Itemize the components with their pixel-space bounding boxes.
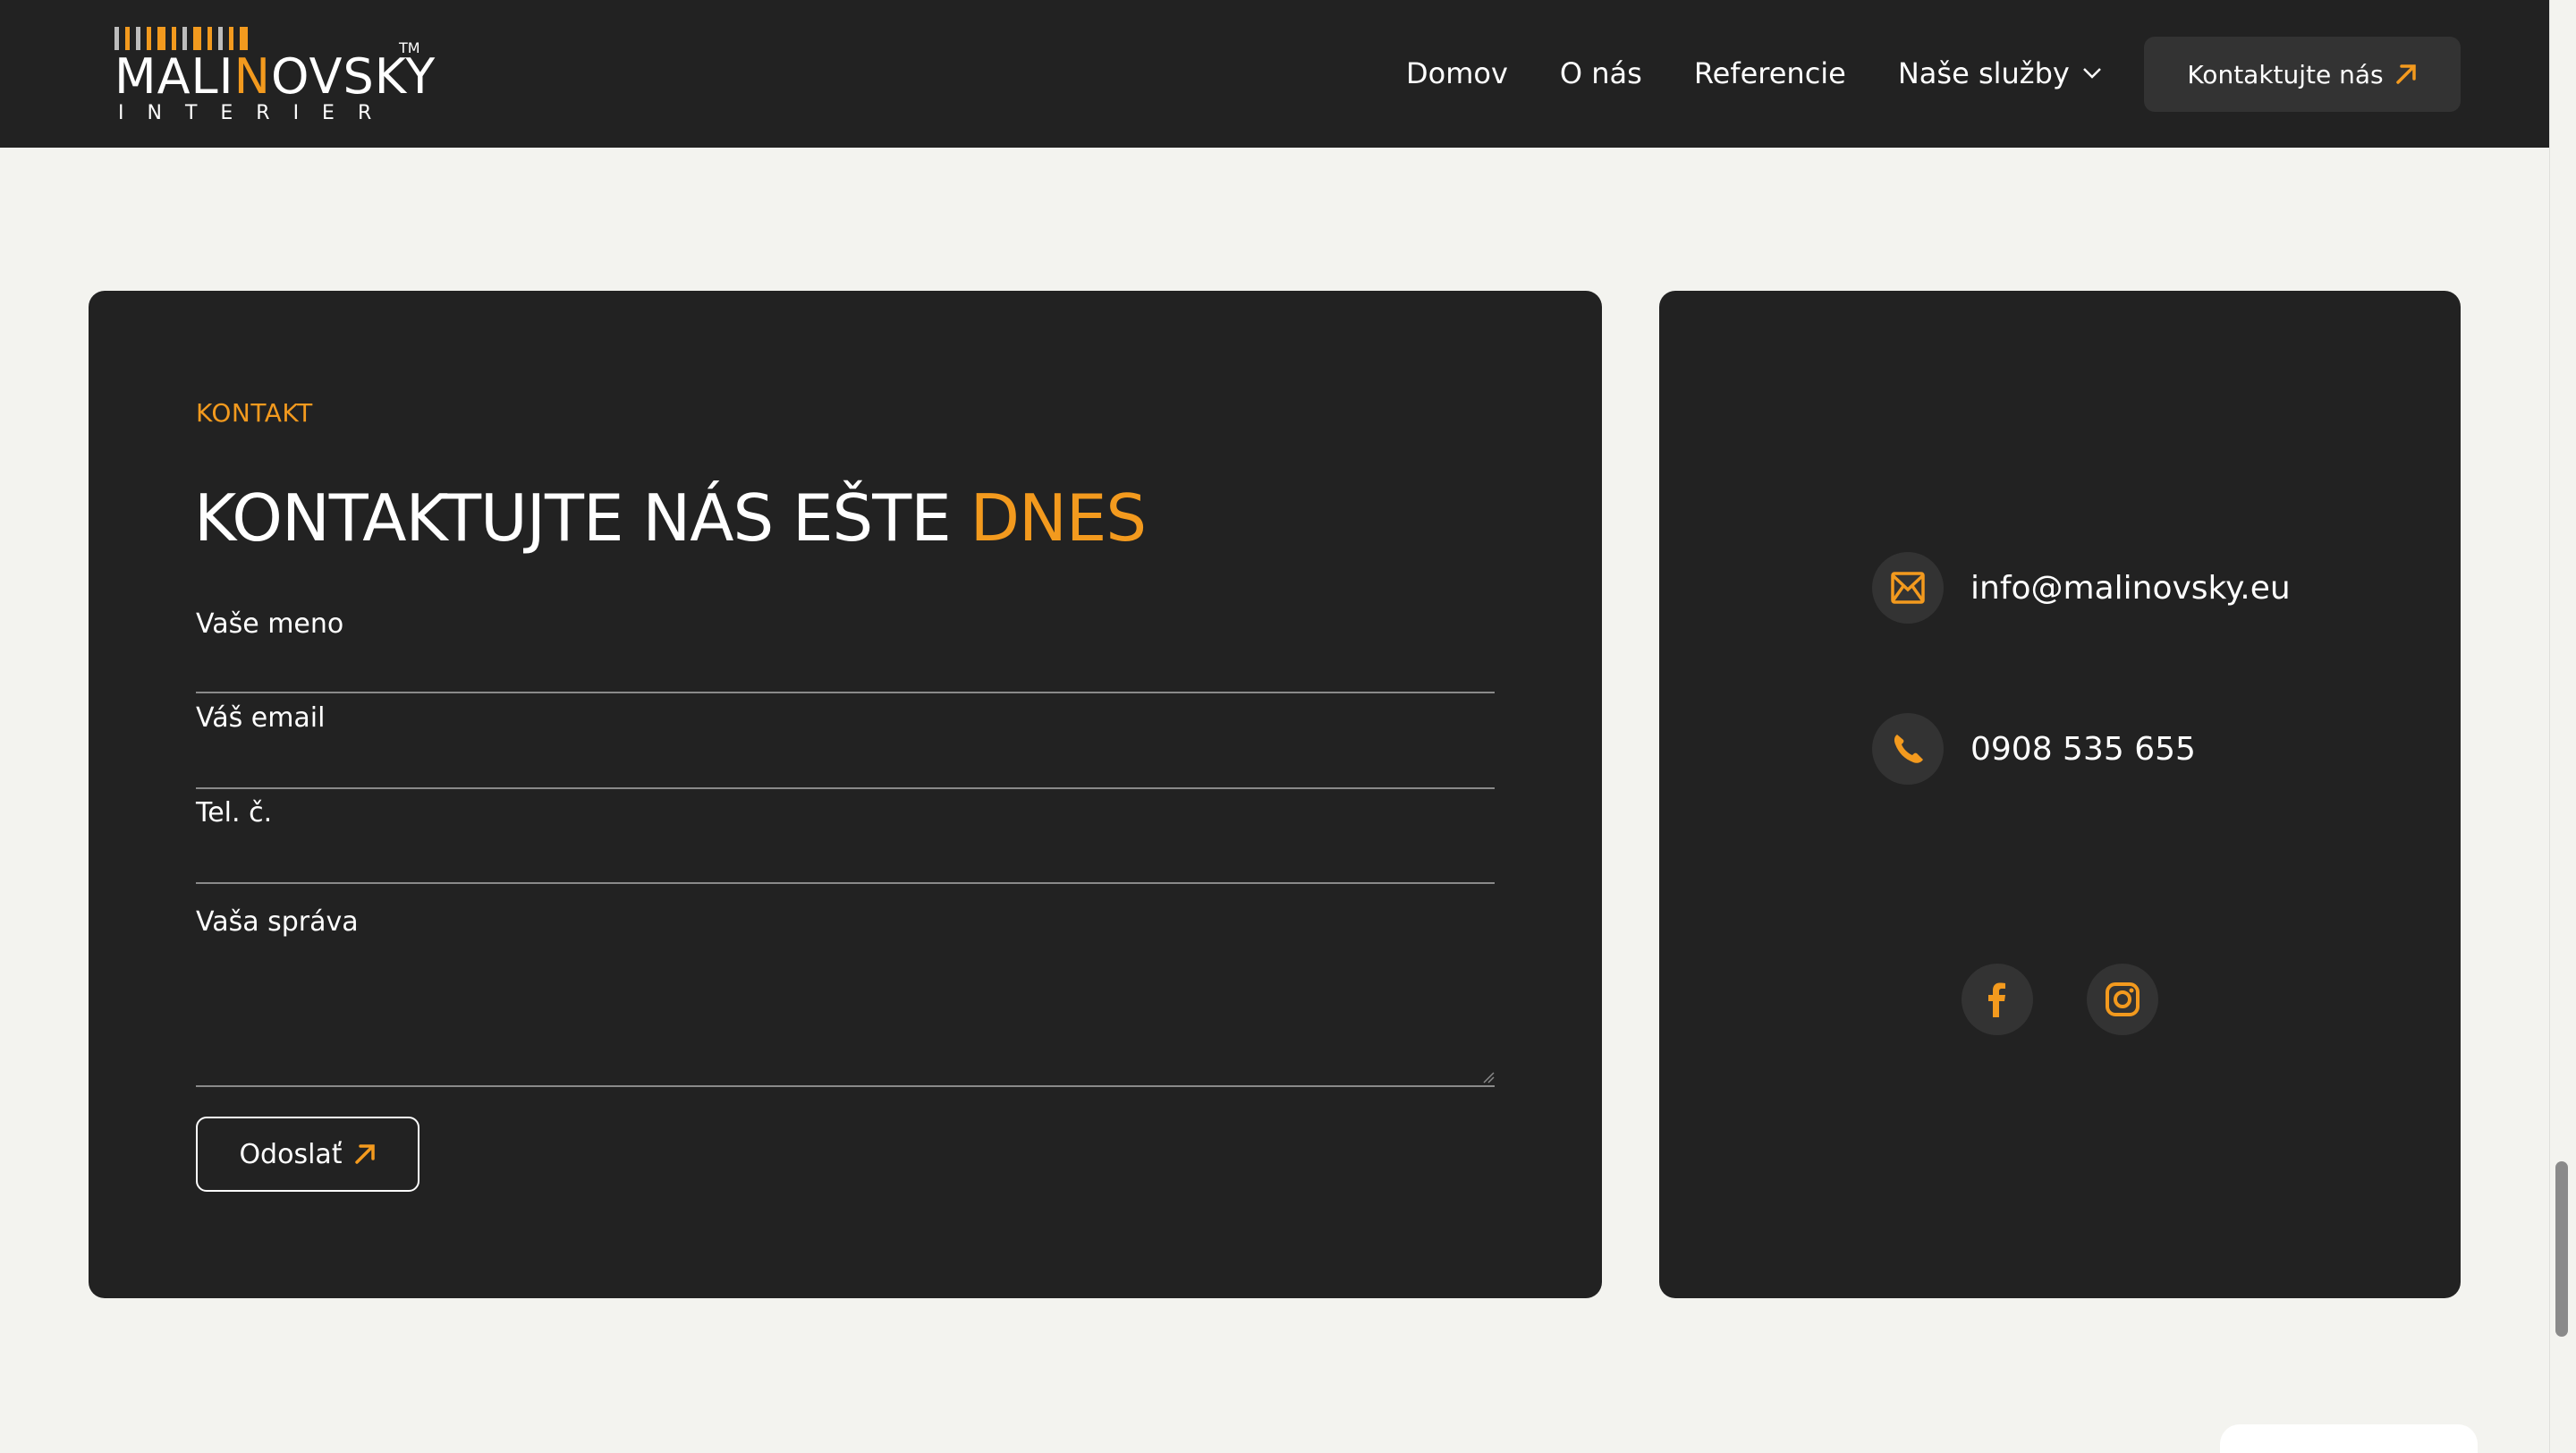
mail-icon-badge	[1872, 552, 1944, 624]
logo-barcode	[114, 27, 248, 50]
phone-field[interactable]: Tel. č.	[196, 797, 1495, 884]
section-eyebrow: KONTAKT	[196, 398, 313, 428]
contact-form-card: KONTAKT KONTAKTUJTE NÁS EŠTE DNES Vaše m…	[89, 291, 1602, 1298]
name-placeholder: Vaše meno	[196, 608, 344, 640]
site-header: MALINOVSKY TM INTERIER Domov O nás Refer…	[0, 0, 2549, 148]
phone-icon-badge	[1872, 713, 1944, 785]
nav-item-o-nas[interactable]: O nás	[1560, 56, 1642, 90]
arrow-up-right-icon	[354, 1144, 375, 1164]
phone-contact[interactable]: 0908 535 655	[1872, 713, 2196, 785]
section-headline: KONTAKTUJTE NÁS EŠTE DNES	[194, 480, 1147, 556]
name-field[interactable]: Vaše meno	[196, 608, 1495, 693]
email-placeholder: Váš email	[196, 702, 326, 734]
facebook-link[interactable]	[1962, 964, 2033, 1035]
phone-placeholder: Tel. č.	[196, 797, 273, 828]
instagram-icon	[2106, 982, 2140, 1016]
arrow-up-right-icon	[2395, 64, 2416, 84]
contact-us-button[interactable]: Kontaktujte nás	[2144, 37, 2461, 112]
logo[interactable]: MALINOVSKY TM INTERIER	[114, 25, 435, 128]
nav-item-referencie[interactable]: Referencie	[1694, 56, 1846, 90]
logo-wordmark: MALINOVSKY	[114, 48, 436, 105]
main-nav: Domov O nás Referencie Naše služby	[1406, 52, 2154, 95]
scrollbar-thumb[interactable]	[2555, 1161, 2568, 1337]
logo-subtitle: INTERIER	[118, 102, 395, 124]
contact-info-card: info@malinovsky.eu 0908 535 655	[1659, 291, 2461, 1298]
chevron-down-icon	[2082, 68, 2101, 79]
mail-icon	[1891, 572, 1925, 604]
facebook-icon	[1988, 982, 2005, 1017]
email-contact[interactable]: info@malinovsky.eu	[1872, 552, 2291, 624]
social-links	[1962, 964, 2158, 1035]
phone-icon	[1894, 735, 1923, 763]
nav-item-domov[interactable]: Domov	[1406, 56, 1508, 90]
message-placeholder: Vaša správa	[196, 906, 359, 938]
floating-widget[interactable]	[2220, 1424, 2478, 1453]
phone-text[interactable]: 0908 535 655	[1970, 731, 2196, 768]
resize-handle-icon[interactable]	[1482, 1071, 1495, 1083]
email-text[interactable]: info@malinovsky.eu	[1970, 570, 2291, 607]
message-textarea[interactable]: Vaša správa	[196, 906, 1495, 1087]
logo-trademark: TM	[399, 39, 420, 56]
instagram-link[interactable]	[2087, 964, 2158, 1035]
submit-button[interactable]: Odoslať	[196, 1117, 419, 1192]
email-field[interactable]: Váš email	[196, 702, 1495, 789]
nav-item-nase-sluzby[interactable]: Naše služby	[1898, 56, 2102, 90]
